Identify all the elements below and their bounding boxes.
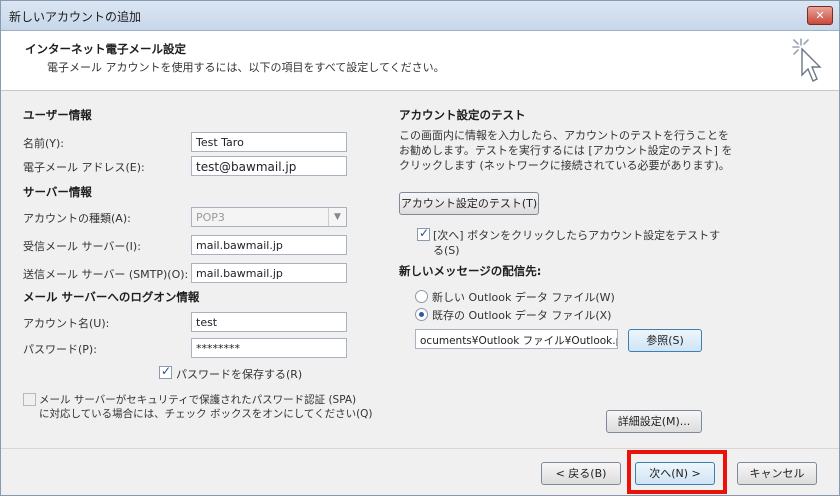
spa-checkbox[interactable]: [23, 393, 36, 406]
incoming-server-input[interactable]: mail.bawmail.jp: [191, 235, 347, 255]
header-panel: インターネット電子メール設定 電子メール アカウントを使用するには、以下の項目を…: [1, 31, 839, 91]
header-subtitle: 電子メール アカウントを使用するには、以下の項目をすべて設定してください。: [47, 61, 445, 74]
account-type-select: POP3 ▼: [191, 207, 347, 227]
auto-test-checkbox[interactable]: [417, 226, 430, 241]
delivery-heading: 新しいメッセージの配信先:: [399, 264, 542, 278]
chevron-down-icon: ▼: [328, 208, 346, 226]
wizard-cursor-icon: [792, 38, 822, 82]
password-label: パスワード(P):: [23, 343, 97, 356]
data-file-path-input[interactable]: ocuments¥Outlook ファイル¥Outlook.pst: [415, 329, 618, 349]
name-label: 名前(Y):: [23, 137, 65, 150]
new-data-file-radio[interactable]: [415, 290, 428, 303]
test-account-settings-button[interactable]: アカウント設定のテスト(T): [399, 192, 539, 215]
test-desc-line1: この画面内に情報を入力したら、アカウントのテストを行うことを: [399, 129, 729, 142]
user-info-heading: ユーザー情報: [23, 108, 92, 122]
password-input[interactable]: ********: [191, 338, 347, 358]
existing-data-file-label: 既存の Outlook データ ファイル(X): [432, 309, 612, 322]
auto-test-label-line1: [次へ] ボタンをクリックしたらアカウント設定をテストす: [433, 229, 721, 242]
spa-label-line2: に対応している場合には、チェック ボックスをオンにしてください(Q): [39, 408, 373, 420]
more-settings-button[interactable]: 詳細設定(M)...: [606, 410, 702, 433]
close-button[interactable]: ✕: [807, 6, 833, 25]
new-data-file-label: 新しい Outlook データ ファイル(W): [432, 291, 615, 304]
settings-body: ユーザー情報 名前(Y): Test Taro 電子メール アドレス(E): t…: [1, 92, 839, 448]
incoming-server-label: 受信メール サーバー(I):: [23, 240, 141, 253]
email-label: 電子メール アドレス(E):: [23, 161, 145, 174]
back-button[interactable]: < 戻る(B): [541, 462, 621, 485]
add-account-dialog: 新しいアカウントの追加 ✕ インターネット電子メール設定 電子メール アカウント…: [0, 0, 840, 496]
next-button-highlight-frame: [627, 450, 727, 494]
remember-password-label: パスワードを保存する(R): [176, 368, 303, 381]
server-info-heading: サーバー情報: [23, 185, 92, 199]
test-desc-line3: クリックします (ネットワークに接続されている必要があります)。: [399, 159, 730, 172]
close-icon: ✕: [815, 9, 825, 22]
title-bar: 新しいアカウントの追加 ✕: [1, 1, 839, 31]
email-input[interactable]: test@bawmail.jp: [191, 156, 347, 176]
auto-test-label-line2: る(S): [433, 244, 460, 257]
outgoing-server-input[interactable]: mail.bawmail.jp: [191, 263, 347, 283]
account-type-value: POP3: [196, 211, 225, 224]
test-desc-line2: お勧めします。テストを実行するには [アカウント設定のテスト] を: [399, 144, 733, 157]
account-name-input[interactable]: test: [191, 312, 347, 332]
spa-label-line1: メール サーバーがセキュリティで保護されたパスワード認証 (SPA): [39, 394, 357, 406]
remember-password-checkbox[interactable]: [159, 364, 172, 379]
account-type-label: アカウントの種類(A):: [23, 212, 131, 225]
name-input[interactable]: Test Taro: [191, 132, 347, 152]
existing-data-file-radio[interactable]: [415, 308, 428, 321]
logon-info-heading: メール サーバーへのログオン情報: [23, 290, 200, 304]
outgoing-server-label: 送信メール サーバー (SMTP)(O):: [23, 268, 189, 281]
window-title: 新しいアカウントの追加: [9, 10, 142, 24]
test-settings-heading: アカウント設定のテスト: [399, 108, 526, 122]
header-title: インターネット電子メール設定: [25, 42, 186, 56]
cancel-button[interactable]: キャンセル: [737, 462, 817, 485]
browse-button[interactable]: 参照(S): [628, 329, 702, 352]
account-name-label: アカウント名(U):: [23, 317, 110, 330]
